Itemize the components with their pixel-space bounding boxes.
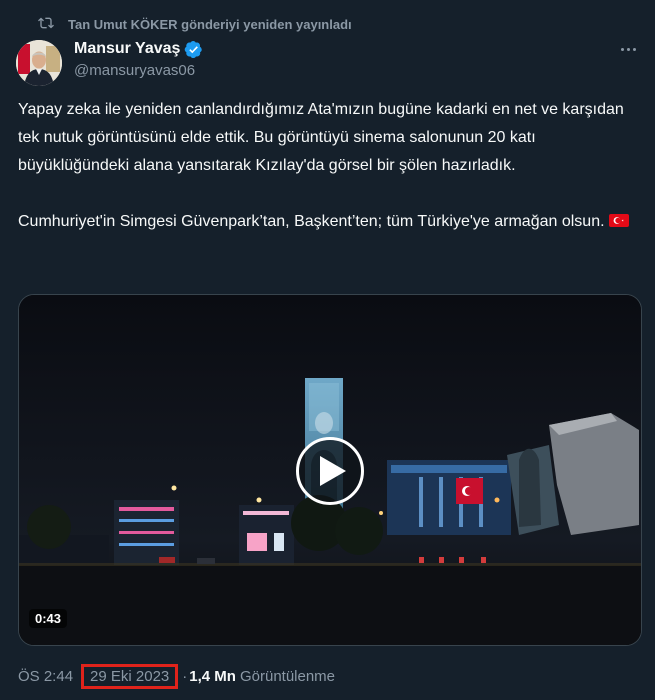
- author-name[interactable]: Mansur Yavaş: [74, 40, 180, 58]
- tweet-paragraph-2-text: Cumhuriyet'in Simgesi Güvenpark’tan, Baş…: [18, 213, 605, 230]
- verified-badge-icon[interactable]: [184, 40, 203, 59]
- tweet-paragraph-2: Cumhuriyet'in Simgesi Güvenpark’tan, Baş…: [18, 208, 638, 236]
- author-handle[interactable]: @mansuryavas06: [74, 62, 203, 79]
- avatar[interactable]: [16, 40, 62, 86]
- more-options-icon[interactable]: [617, 40, 639, 58]
- play-icon: [320, 456, 346, 486]
- video-player[interactable]: 0:43: [18, 294, 642, 646]
- tweet-text: Yapay zeka ile yeniden canlandırdığımız …: [18, 96, 638, 236]
- tweet-paragraph-1: Yapay zeka ile yeniden canlandırdığımız …: [18, 101, 624, 174]
- tweet-time[interactable]: ÖS 2:44: [18, 668, 73, 685]
- turkey-flag-emoji: [608, 214, 629, 227]
- repost-text: Tan Umut KÖKER gönderiyi yeniden yayınla…: [68, 16, 352, 32]
- views-label: Görüntülenme: [239, 667, 336, 685]
- author-info: Mansur Yavaş @mansuryavas06: [74, 38, 203, 79]
- tweet-meta: ÖS 2:44 29 Eki 2023 · 1,4 Mn Görüntülenm…: [18, 663, 335, 689]
- views-count: 1,4 Mn: [189, 667, 236, 685]
- meta-separator: ·: [182, 667, 188, 685]
- repost-indicator[interactable]: Tan Umut KÖKER gönderiyi yeniden yayınla…: [38, 12, 352, 36]
- tweet-date[interactable]: 29 Eki 2023: [81, 663, 179, 689]
- video-duration: 0:43: [29, 609, 68, 628]
- repost-icon: [38, 15, 54, 34]
- play-button[interactable]: [296, 437, 364, 505]
